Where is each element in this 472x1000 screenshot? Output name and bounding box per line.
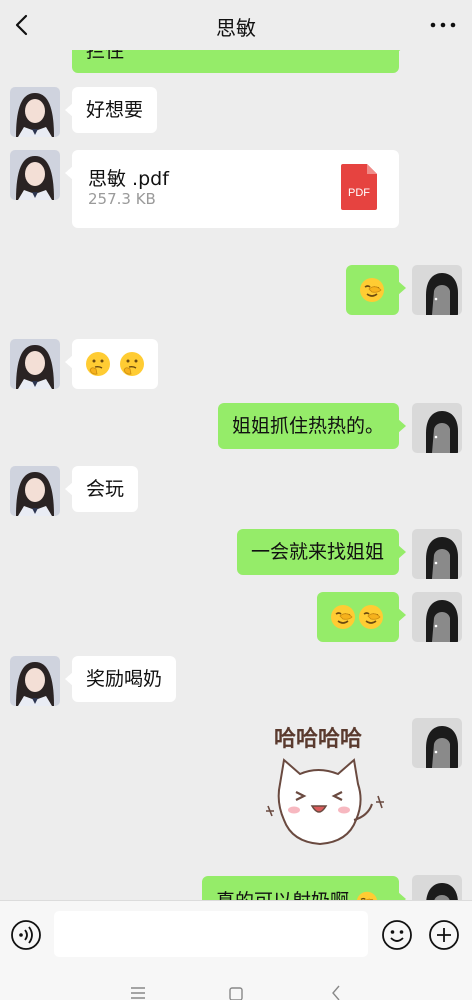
emoji-picker-icon[interactable] xyxy=(381,919,413,951)
home-nav-icon[interactable] xyxy=(226,984,246,1000)
message-text: 姐姐抓住热热的。 xyxy=(232,415,385,437)
self-avatar[interactable] xyxy=(412,403,462,453)
message-bubble-contact[interactable]: 会玩 xyxy=(64,466,139,512)
message-bubble-contact[interactable]: 奖励喝奶 xyxy=(64,656,177,702)
pdf-file-icon: PDF xyxy=(341,164,377,210)
face-with-hand-over-eye-icon xyxy=(360,278,384,302)
message-bubble-self[interactable] xyxy=(346,265,406,315)
message-bubble-self[interactable]: 姐姐抓住热热的。 xyxy=(218,403,406,449)
contact-avatar[interactable] xyxy=(10,87,60,137)
message-text: 好想要 xyxy=(86,99,144,121)
contact-avatar[interactable] xyxy=(10,656,60,706)
thinking-face-icon xyxy=(120,352,145,376)
message-input-bar xyxy=(0,900,472,969)
system-navigation-bar xyxy=(0,968,472,1000)
chat-area[interactable]: 拦住 好想要 思敏 .pdf 257.3 KB PDF 姐姐抓住热热的。 会玩 … xyxy=(0,0,472,900)
file-name: 思敏 .pdf xyxy=(88,168,169,190)
voice-input-icon[interactable] xyxy=(10,919,42,951)
add-attachment-icon[interactable] xyxy=(428,919,460,951)
contact-avatar[interactable] xyxy=(10,466,60,516)
self-avatar[interactable] xyxy=(412,718,462,768)
face-with-hand-over-eye-icon xyxy=(356,891,378,900)
face-with-hand-over-eye-icon xyxy=(359,605,383,629)
chat-header: 思敏 xyxy=(0,0,472,50)
sticker-caption: 哈哈哈哈 xyxy=(274,726,362,752)
message-bubble-self[interactable]: 一会就来找姐姐 xyxy=(237,529,406,575)
message-text: 奖励喝奶 xyxy=(86,668,163,690)
menu-nav-icon[interactable] xyxy=(128,984,148,1000)
back-nav-icon[interactable] xyxy=(326,984,346,1000)
message-bubble-self[interactable]: 真的可以射奶啊 xyxy=(202,876,406,900)
face-with-hand-over-eye-icon xyxy=(331,605,355,629)
more-options-icon[interactable] xyxy=(428,14,458,36)
message-text: 会玩 xyxy=(86,478,125,500)
message-bubble-self[interactable] xyxy=(317,592,406,642)
pdf-icon-label: PDF xyxy=(348,187,370,199)
self-avatar[interactable] xyxy=(412,529,462,579)
contact-avatar[interactable] xyxy=(10,339,60,389)
file-message[interactable]: 思敏 .pdf 257.3 KB PDF xyxy=(65,150,399,228)
self-avatar[interactable] xyxy=(412,265,462,315)
self-avatar[interactable] xyxy=(412,592,462,642)
message-text: 真的可以射奶啊 xyxy=(216,890,349,900)
message-input[interactable] xyxy=(54,911,368,957)
file-size: 257.3 KB xyxy=(88,190,156,208)
message-bubble-contact[interactable] xyxy=(64,339,159,389)
chat-title: 思敏 xyxy=(216,16,256,40)
contact-avatar[interactable] xyxy=(10,150,60,200)
message-text: 一会就来找姐姐 xyxy=(251,541,385,563)
thinking-face-icon xyxy=(86,352,110,376)
self-avatar[interactable] xyxy=(412,875,462,900)
laughing-cat-sticker[interactable]: 哈哈哈哈 xyxy=(256,720,396,860)
message-bubble-contact[interactable]: 好想要 xyxy=(64,87,158,133)
